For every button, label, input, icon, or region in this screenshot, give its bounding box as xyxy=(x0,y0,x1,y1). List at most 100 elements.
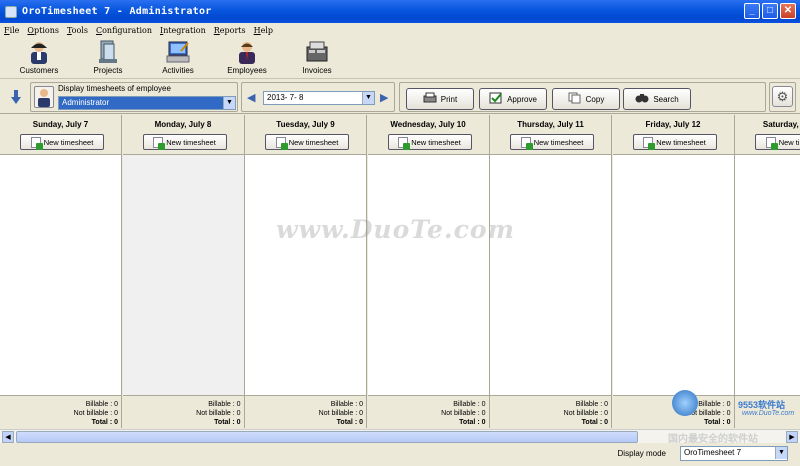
customers-icon xyxy=(26,39,52,65)
day-total: Total : 0 xyxy=(581,419,608,426)
day-name: Thursday, July 11 xyxy=(517,120,584,129)
employee-caption: Display timesheets of employee xyxy=(58,84,171,93)
binoculars-icon xyxy=(635,92,649,106)
logo-url: www.DuoTe.com xyxy=(742,410,795,417)
new-timesheet-button[interactable]: New timesheet xyxy=(755,134,800,150)
day-body[interactable] xyxy=(0,155,121,395)
new-timesheet-button[interactable]: New timesheet xyxy=(510,134,594,150)
day-column: Thursday, July 11 New timesheet Billable :… xyxy=(490,115,612,428)
not-billable-total: Not billable : 0 xyxy=(441,410,486,417)
minimize-button[interactable]: _ xyxy=(744,3,760,19)
day-name: Tuesday, July 9 xyxy=(276,120,335,129)
date-value: 2013- 7- 8 xyxy=(267,93,304,102)
menu-file[interactable]: File xyxy=(0,26,23,35)
copy-label: Copy xyxy=(585,94,605,104)
new-timesheet-button[interactable]: New timesheet xyxy=(632,134,717,150)
scroll-thumb[interactable] xyxy=(16,431,638,443)
employee-value: Administrator xyxy=(62,98,110,107)
day-name: Monday, July 8 xyxy=(154,120,212,129)
new-timesheet-button[interactable]: New timesheet xyxy=(142,134,227,150)
activities-label: Activities xyxy=(162,66,194,75)
invoices-icon xyxy=(304,39,330,65)
title-bar: OroTimesheet 7 - Administrator _ □ ✕ xyxy=(0,0,800,23)
activities-button[interactable]: Activities xyxy=(143,39,213,75)
approve-label: Approve xyxy=(507,94,537,104)
billable-total: Billable : 0 xyxy=(85,401,118,408)
day-header: Wednesday, July 10 New timesheet xyxy=(367,115,489,155)
day-body[interactable] xyxy=(122,155,244,395)
day-body[interactable] xyxy=(368,155,489,395)
day-body[interactable] xyxy=(490,155,611,395)
day-column: Tuesday, July 9 New timesheet Billable : 0… xyxy=(245,115,367,428)
date-picker[interactable]: 2013- 7- 8 ▼ xyxy=(263,91,375,105)
day-body[interactable] xyxy=(613,155,734,395)
day-total: Total : 0 xyxy=(91,419,118,426)
employees-icon xyxy=(234,39,260,65)
copy-icon xyxy=(568,92,582,106)
filter-bar: Display timesheets of employee Administr… xyxy=(0,80,800,114)
projects-button[interactable]: Projects xyxy=(73,39,143,75)
main-toolbar: Customers Projects Activities Employees … xyxy=(0,37,800,79)
employees-button[interactable]: Employees xyxy=(212,39,282,75)
copy-button[interactable]: Copy xyxy=(552,88,620,110)
dock-arrow-icon[interactable] xyxy=(9,89,23,107)
day-header: Monday, July 8 New timesheet xyxy=(122,115,244,155)
next-week-arrow-icon[interactable]: ▶ xyxy=(380,91,388,104)
day-body[interactable] xyxy=(245,155,366,395)
day-totals: Billable : 0 Not billable : 0 Total : 0 xyxy=(367,395,489,428)
window-title: OroTimesheet 7 - Administrator xyxy=(22,6,212,17)
scroll-left-icon[interactable]: ◀ xyxy=(2,431,14,443)
day-header: Tuesday, July 9 New timesheet xyxy=(245,115,366,155)
new-timesheet-label: New timesheet xyxy=(656,137,706,147)
previous-week-arrow-icon[interactable]: ◀ xyxy=(247,91,255,104)
menu-options[interactable]: Options xyxy=(23,26,63,35)
display-mode-label: Display mode xyxy=(617,449,666,458)
search-button[interactable]: Search xyxy=(623,88,691,110)
invoices-button[interactable]: Invoices xyxy=(282,39,352,75)
employee-panel: Display timesheets of employee Administr… xyxy=(30,82,238,112)
new-timesheet-button[interactable]: New timesheet xyxy=(265,134,349,150)
settings-button[interactable]: ⚙ xyxy=(772,86,793,107)
new-timesheet-button[interactable]: New timesheet xyxy=(387,134,472,150)
day-column: Sunday, July 7 New timesheet Billable : 0 N… xyxy=(0,115,122,428)
menu-configuration[interactable]: Configuration xyxy=(92,26,156,35)
actions-panel: Print Approve Copy Search xyxy=(399,82,766,112)
day-name: Friday, July 12 xyxy=(645,120,701,129)
billable-total: Billable : 0 xyxy=(575,401,608,408)
day-total: Total : 0 xyxy=(459,419,486,426)
day-body[interactable] xyxy=(735,155,800,395)
day-name: Saturday, July 13 xyxy=(762,120,800,129)
new-timesheet-button[interactable]: New timesheet xyxy=(20,134,104,150)
new-timesheet-label: New timesheet xyxy=(533,137,584,147)
day-totals: Billable : 0 Not billable : 0 Total : 0 xyxy=(122,395,244,428)
logo-slogan: 国内最安全的软件站 xyxy=(668,434,758,445)
activities-icon xyxy=(165,39,191,65)
chevron-down-icon[interactable]: ▼ xyxy=(223,97,235,109)
day-name: Sunday, July 7 xyxy=(32,120,89,129)
chevron-down-icon[interactable]: ▼ xyxy=(775,447,787,459)
not-billable-total: Not billable : 0 xyxy=(318,410,363,417)
day-column: Friday, July 12 New timesheet Billable : 0… xyxy=(612,115,735,428)
chevron-down-icon[interactable]: ▼ xyxy=(362,92,374,104)
maximize-button[interactable]: □ xyxy=(762,3,778,19)
close-button[interactable]: ✕ xyxy=(780,3,796,19)
menu-reports[interactable]: Reports xyxy=(210,26,250,35)
employee-select[interactable]: Administrator ▼ xyxy=(58,96,236,110)
approve-button[interactable]: Approve xyxy=(479,88,547,110)
add-icon xyxy=(643,136,656,150)
new-timesheet-label: New timesheet xyxy=(166,137,216,147)
new-timesheet-label: New timesheet xyxy=(288,137,339,147)
day-total: Total : 0 xyxy=(214,419,241,426)
day-header: Thursday, July 11 New timesheet xyxy=(490,115,611,155)
projects-icon xyxy=(95,39,121,65)
billable-total: Billable : 0 xyxy=(208,401,241,408)
day-header: Friday, July 12 New timesheet xyxy=(612,115,734,155)
customers-button[interactable]: Customers xyxy=(4,39,74,75)
menu-help[interactable]: Help xyxy=(250,26,277,35)
menu-integration[interactable]: Integration xyxy=(156,26,210,35)
menu-bar: File Options Tools Configuration Integra… xyxy=(0,23,800,37)
invoices-label: Invoices xyxy=(302,66,332,75)
print-button[interactable]: Print xyxy=(406,88,474,110)
menu-tools[interactable]: Tools xyxy=(63,26,92,35)
display-mode-select[interactable]: OroTimesheet 7 ▼ xyxy=(680,446,788,461)
